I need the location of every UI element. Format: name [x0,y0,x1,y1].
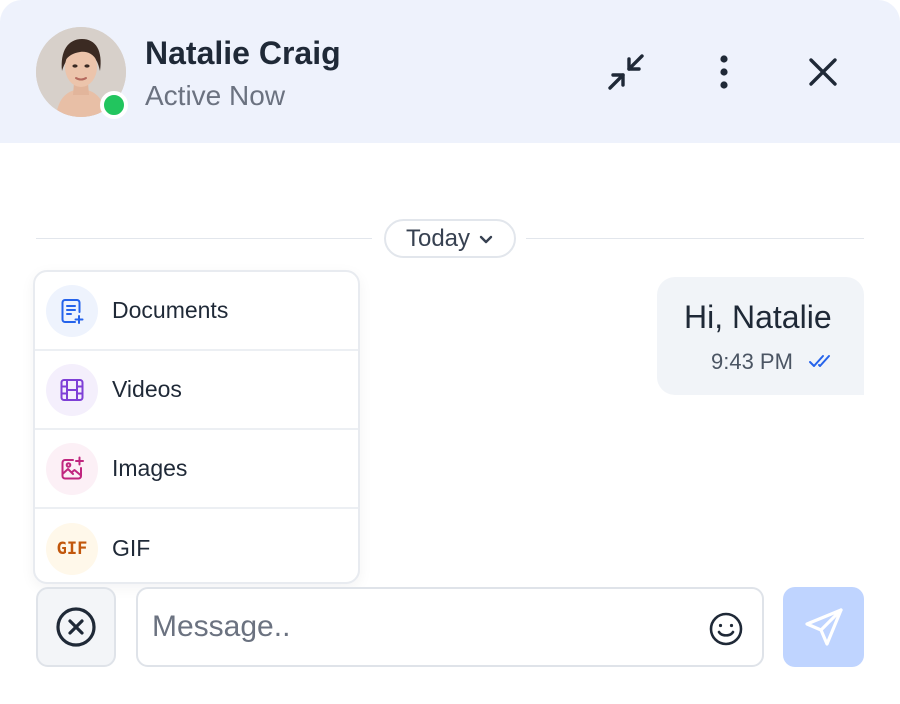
avatar[interactable] [36,27,128,119]
close-icon [809,58,837,86]
message-input[interactable] [152,599,692,655]
film-icon [46,363,98,416]
chevron-down-icon [479,235,493,243]
attach-gif-item[interactable]: GIF GIF [35,509,358,582]
attachment-menu: Documents Videos Images GIF GIF [33,270,360,584]
image-add-icon [46,442,98,495]
document-add-icon [46,284,98,337]
outgoing-message-bubble[interactable]: Hi, Natalie 9:43 PM [657,277,864,395]
date-label: Today [405,224,471,252]
circle-x-icon [56,607,96,647]
message-text: Hi, Natalie [684,299,832,335]
double-check-icon [809,355,830,367]
close-chat-button[interactable] [799,48,847,96]
menu-item-label: GIF [112,535,151,561]
gif-icon: GIF [46,522,98,575]
menu-item-label: Documents [112,297,229,323]
chat-window: Natalie Craig Active Now Today Documents… [0,0,900,704]
message-field [136,587,764,667]
message-time: 9:43 PM [711,349,793,374]
menu-item-label: Videos [112,376,182,402]
contact-status: Active Now [145,80,286,111]
gif-glyph: GIF [56,538,88,559]
minimize-button[interactable] [602,48,650,96]
more-options-button[interactable] [700,48,748,96]
chat-header: Natalie Craig Active Now [0,0,900,143]
date-filter-button[interactable]: Today [384,219,516,258]
smile-icon [709,612,743,646]
menu-item-label: Images [112,455,188,481]
emoji-button[interactable] [707,610,745,648]
date-divider-line [36,238,372,239]
close-attachment-menu-button[interactable] [36,587,116,667]
paper-plane-icon [804,608,843,646]
attach-documents-item[interactable]: Documents [35,272,358,351]
attach-videos-item[interactable]: Videos [35,351,358,430]
contact-name: Natalie Craig [145,35,341,71]
date-divider-line [526,238,864,239]
send-button[interactable] [783,587,864,667]
minimize-icon [608,54,644,90]
attach-images-item[interactable]: Images [35,430,358,509]
online-status-dot [100,91,128,119]
more-vertical-icon [720,55,728,89]
